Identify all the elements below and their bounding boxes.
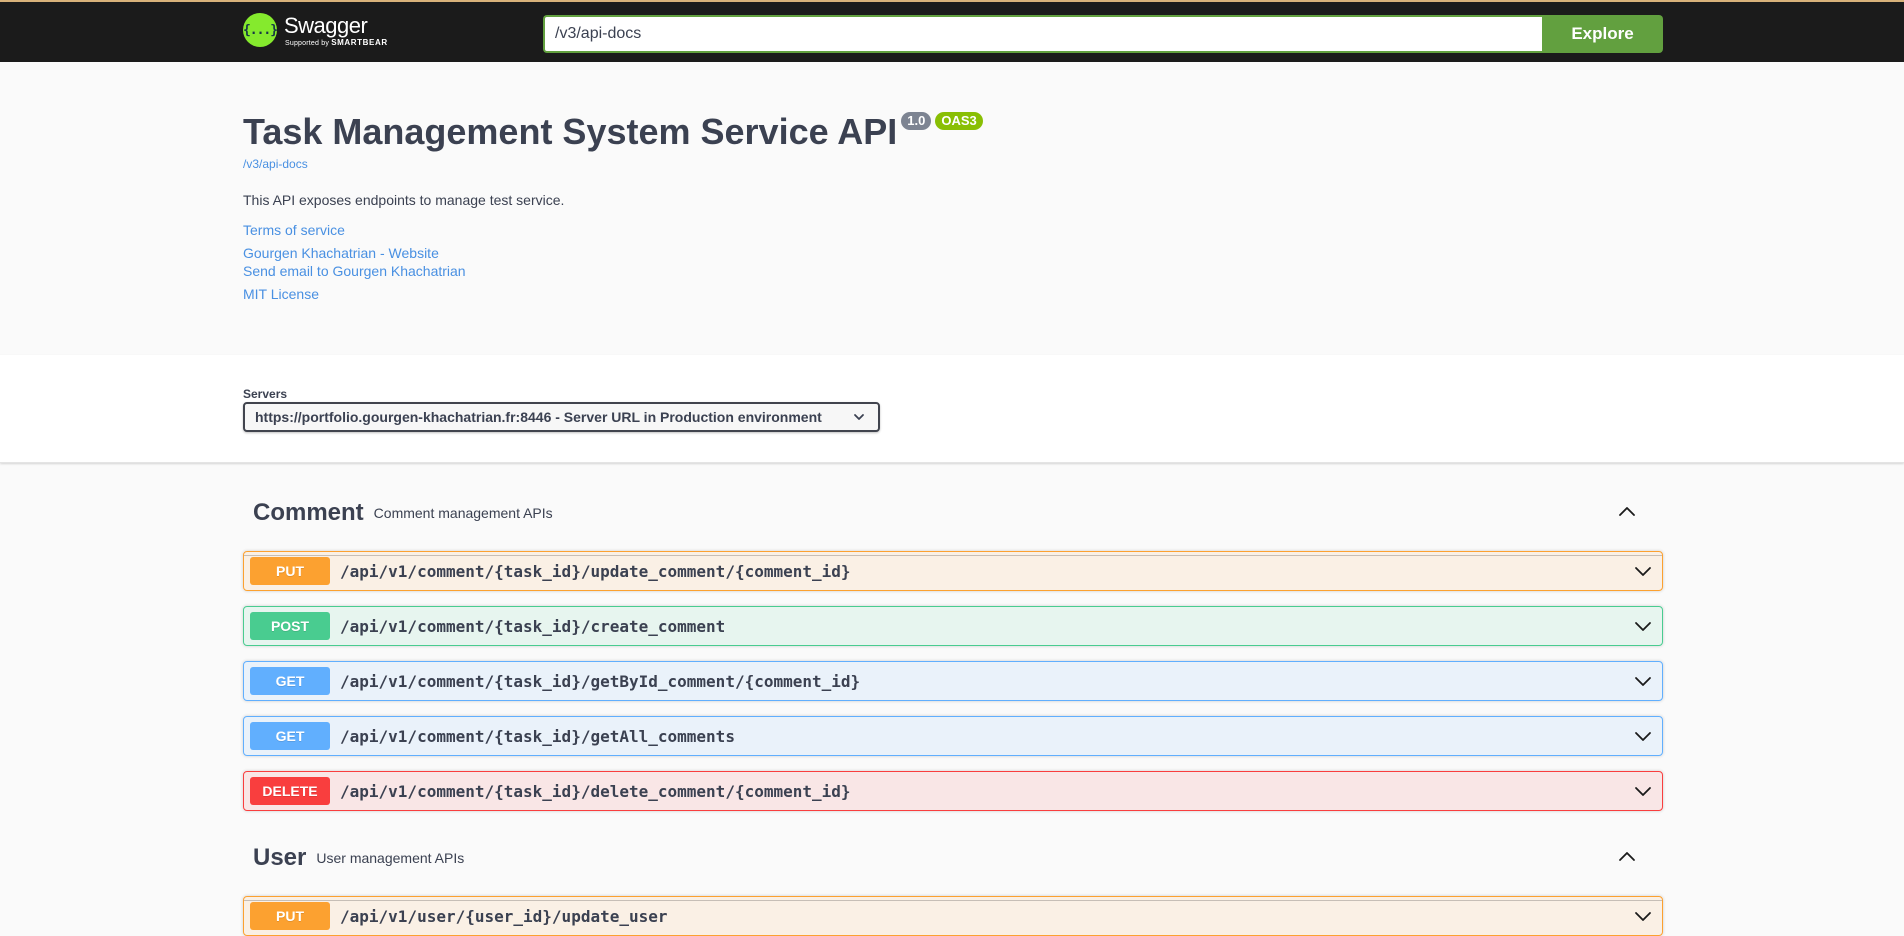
method-badge: GET <box>250 667 330 695</box>
method-badge: DELETE <box>250 777 330 805</box>
swagger-logo-icon: {...} <box>243 13 278 47</box>
chevron-down-icon[interactable] <box>1634 564 1652 585</box>
contact-email-link[interactable]: Send email to Gourgen Khachatrian <box>243 263 466 279</box>
operation-put-update-user[interactable]: PUT /api/v1/user/{user_id}/update_user <box>243 896 1663 936</box>
operation-path: /api/v1/comment/{task_id}/getById_commen… <box>340 671 861 691</box>
logo-subtitle: Supported by SMARTBEAR <box>285 38 388 47</box>
chevron-down-icon <box>852 410 866 427</box>
tag-description: User management APIs <box>316 849 465 866</box>
chevron-down-icon[interactable] <box>1634 674 1652 695</box>
spec-link[interactable]: /v3/api-docs <box>243 157 308 171</box>
version-badge: 1.0 <box>901 112 932 130</box>
chevron-down-icon[interactable] <box>1634 784 1652 805</box>
servers-section: Servers https://portfolio.gourgen-khacha… <box>0 355 1904 463</box>
chevron-down-icon[interactable] <box>1634 729 1652 750</box>
title-row: Task Management System Service API 1.0 O… <box>243 110 983 154</box>
tag-header-user[interactable]: User User management APIs <box>243 815 1663 901</box>
operation-path: /api/v1/comment/{task_id}/create_comment <box>340 616 726 636</box>
explore-button[interactable]: Explore <box>1542 15 1663 53</box>
page-title: Task Management System Service API <box>243 111 898 152</box>
api-description: This API exposes endpoints to manage tes… <box>243 192 565 208</box>
operation-path: /api/v1/comment/{task_id}/update_comment… <box>340 561 851 581</box>
license-link[interactable]: MIT License <box>243 286 319 302</box>
tag-description: Comment management APIs <box>373 504 553 521</box>
servers-select[interactable]: https://portfolio.gourgen-khachatrian.fr… <box>243 402 880 432</box>
servers-label: Servers <box>243 387 288 401</box>
method-badge: PUT <box>250 902 330 930</box>
chevron-up-icon[interactable] <box>1617 502 1637 527</box>
chevron-down-icon[interactable] <box>1634 619 1652 640</box>
method-badge: POST <box>250 612 330 640</box>
operation-get-all-comments[interactable]: GET /api/v1/comment/{task_id}/getAll_com… <box>243 716 1663 756</box>
tag-name: Comment <box>253 498 364 526</box>
operation-path: /api/v1/comment/{task_id}/delete_comment… <box>340 781 851 801</box>
operation-delete-comment[interactable]: DELETE /api/v1/comment/{task_id}/delete_… <box>243 771 1663 811</box>
method-badge: PUT <box>250 557 330 585</box>
operation-path: /api/v1/comment/{task_id}/getAll_comment… <box>340 726 735 746</box>
servers-selected-value: https://portfolio.gourgen-khachatrian.fr… <box>255 409 822 425</box>
logo-text: Swagger Supported by SMARTBEAR <box>284 12 388 47</box>
logo-brand-text: SMARTBEAR <box>331 37 388 47</box>
topbar: {...} Swagger Supported by SMARTBEAR Exp… <box>0 0 1904 62</box>
swagger-logo[interactable]: {...} Swagger Supported by SMARTBEAR <box>243 13 388 47</box>
operation-path: /api/v1/user/{user_id}/update_user <box>340 906 668 926</box>
chevron-up-icon[interactable] <box>1617 847 1637 872</box>
method-badge: GET <box>250 722 330 750</box>
operation-put-update-comment[interactable]: PUT /api/v1/comment/{task_id}/update_com… <box>243 551 1663 591</box>
tag-name: User <box>253 843 307 871</box>
logo-title: Swagger <box>284 12 368 38</box>
chevron-down-icon[interactable] <box>1634 909 1652 930</box>
operation-post-create-comment[interactable]: POST /api/v1/comment/{task_id}/create_co… <box>243 606 1663 646</box>
oas-badge: OAS3 <box>935 112 983 130</box>
contact-website-link[interactable]: Gourgen Khachatrian - Website <box>243 245 439 261</box>
logo-supported-text: Supported by <box>285 39 330 47</box>
terms-of-service-link[interactable]: Terms of service <box>243 222 345 238</box>
spec-url-input[interactable] <box>543 15 1542 53</box>
operation-get-comment-by-id[interactable]: GET /api/v1/comment/{task_id}/getById_co… <box>243 661 1663 701</box>
tag-header-comment[interactable]: Comment Comment management APIs <box>243 470 1663 556</box>
api-info: Task Management System Service API 1.0 O… <box>0 62 1904 355</box>
